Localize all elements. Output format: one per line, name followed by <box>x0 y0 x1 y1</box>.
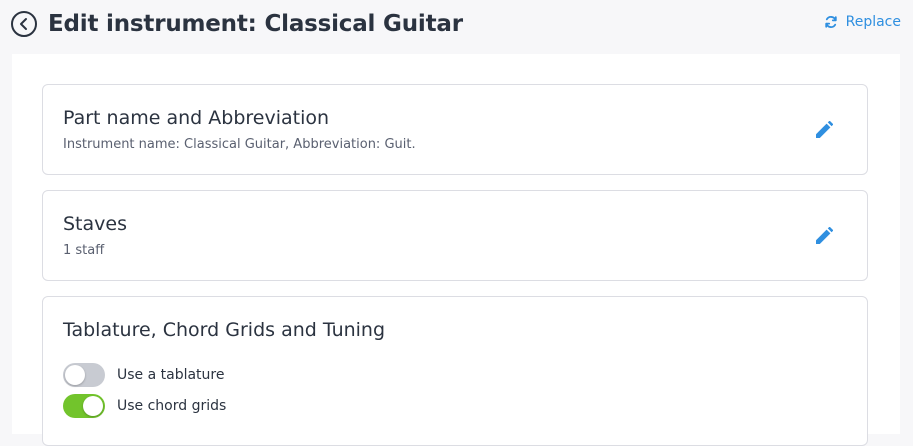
use-chord-grids-label: Use chord grids <box>117 398 227 414</box>
tablature-toggle-row: Use a tablature <box>63 363 224 387</box>
chord-grids-toggle-row: Use chord grids <box>63 394 226 418</box>
staves-subtitle: 1 staff <box>63 243 105 258</box>
tablature-title: Tablature, Chord Grids and Tuning <box>63 319 386 341</box>
pencil-icon <box>816 227 833 244</box>
pencil-icon <box>816 121 833 138</box>
content-panel: Part name and Abbreviation Instrument na… <box>12 54 900 446</box>
use-tablature-label: Use a tablature <box>117 367 225 383</box>
chevron-left-icon <box>20 18 27 30</box>
toggle-knob <box>83 396 103 416</box>
refresh-icon <box>824 15 838 29</box>
part-name-title: Part name and Abbreviation <box>63 107 330 129</box>
replace-label: Replace <box>845 14 901 30</box>
edit-staves-button[interactable] <box>813 225 835 247</box>
tablature-card: Tablature, Chord Grids and Tuning Use a … <box>42 296 868 446</box>
back-button[interactable] <box>11 11 37 37</box>
staves-title: Staves <box>63 213 127 235</box>
use-chord-grids-toggle[interactable] <box>63 394 105 418</box>
part-name-subtitle: Instrument name: Classical Guitar, Abbre… <box>63 137 416 152</box>
edit-part-name-button[interactable] <box>813 119 835 141</box>
toggle-knob <box>65 365 85 385</box>
staves-card: Staves 1 staff <box>42 190 868 281</box>
page-title: Edit instrument: Classical Guitar <box>48 11 463 37</box>
header: Edit instrument: Classical Guitar Replac… <box>0 0 913 52</box>
replace-button[interactable]: Replace <box>824 14 901 30</box>
part-name-card: Part name and Abbreviation Instrument na… <box>42 84 868 175</box>
use-tablature-toggle[interactable] <box>63 363 105 387</box>
